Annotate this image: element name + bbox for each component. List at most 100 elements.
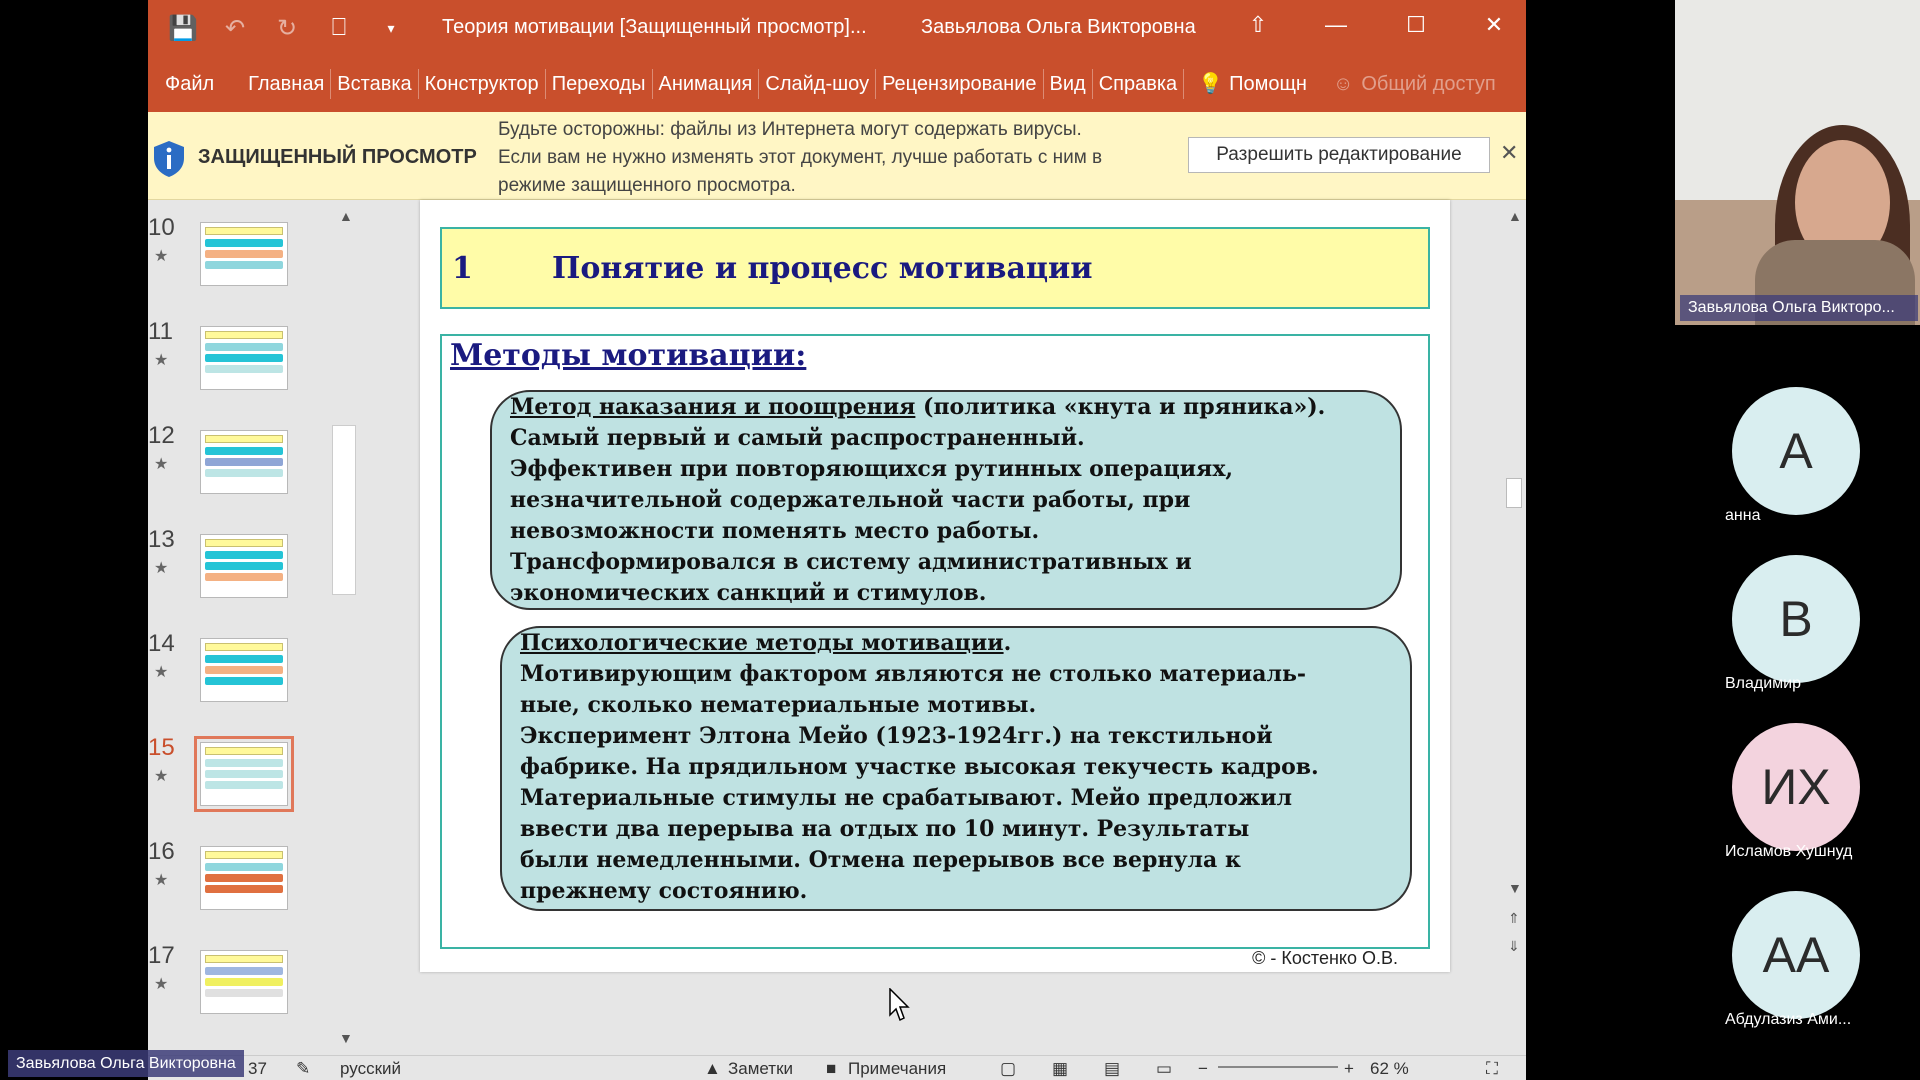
slide-thumbnail[interactable] [200,430,288,494]
bubble-lead: Психологические методы мотивации [520,630,1004,656]
enable-editing-button[interactable]: Разрешить редактирование [1188,137,1490,173]
slide-thumbnail[interactable] [200,638,288,702]
zoom-slider[interactable] [1218,1066,1338,1068]
zoom-level[interactable]: 62 % [1370,1059,1409,1079]
scroll-thumb[interactable] [1506,478,1522,508]
tab-slideshow[interactable]: Слайд-шоу [759,69,877,99]
redo-icon[interactable]: ↻ [272,14,302,43]
scroll-up-icon[interactable]: ▲ [339,208,353,224]
fit-slide-icon[interactable]: ⛶ [1486,1059,1498,1079]
thumbnail-content-block [205,562,283,570]
scroll-down-icon[interactable]: ▼ [339,1030,353,1046]
bubble-lead-line: Метод наказания и поощрения (политика «к… [510,392,1382,423]
tab-file[interactable]: Файл [148,69,242,99]
thumbnail-content-block [205,354,283,362]
next-slide-icon[interactable]: ⇓ [1508,938,1520,955]
comments-button[interactable]: Примечания [848,1059,946,1079]
minimize-icon[interactable]: — [1316,12,1356,38]
previous-slide-icon[interactable]: ⇑ [1508,910,1520,927]
scroll-up-icon[interactable]: ▲ [1508,208,1522,224]
maximize-icon[interactable]: ☐ [1396,12,1436,38]
slide-thumbnail[interactable] [200,326,288,390]
message-line: режиме защищенного просмотра. [498,175,796,196]
participant-tile[interactable]: А анна [1725,387,1920,547]
slide-sorter-icon[interactable]: ▦ [1052,1059,1068,1079]
slide-thumbnail[interactable] [200,950,288,1014]
tab-design[interactable]: Конструктор [419,69,546,99]
thumbnail-content-block [205,770,283,778]
thumbnails-scrollbar[interactable]: ▲ ▼ [328,200,358,1055]
tab-transitions[interactable]: Переходы [546,69,653,99]
animation-star-icon: ★ [154,872,169,889]
slide-scrollbar[interactable]: ▲ ▼ ⇑ ⇓ [1502,200,1526,1055]
methods-heading: Методы мотивации: [450,338,807,373]
share-button[interactable]: ☺ Общий доступ [1313,69,1502,99]
title-bar: 💾 ↶ ↻ ⎕ ▾ Теория мотивации [Защищенный п… [148,0,1526,56]
slide-thumbnail[interactable] [194,736,294,812]
reading-view-icon[interactable]: ▤ [1104,1059,1120,1079]
thumbnail-content-block [205,781,283,789]
participant-tile[interactable]: АА Абдулазиз Ами... [1725,891,1920,1051]
ribbon-display-icon[interactable]: ⇧ [1238,12,1278,38]
tab-view[interactable]: Вид [1044,69,1093,99]
save-icon[interactable]: 💾 [168,14,198,43]
bubble-line: Эффективен при повторяющихся рутинных оп… [510,456,1234,482]
tab-home[interactable]: Главная [242,69,332,99]
screen-share-name-label: Завьялова Ольга Викторовна [8,1050,244,1077]
tab-help[interactable]: Справка [1093,69,1185,99]
spellcheck-icon[interactable]: ✎ [296,1059,310,1079]
message-line: Если вам не нужно изменять этот документ… [498,147,1103,168]
language-label[interactable]: русский [340,1059,401,1079]
slide-thumbnail[interactable] [200,534,288,598]
thumbnail-content-block [205,343,283,351]
avatar: АА [1732,891,1860,1019]
animation-star-icon: ★ [154,768,169,785]
slide-section-number: 1 [452,251,473,286]
tab-review[interactable]: Рецензирование [876,69,1044,99]
bubble-line: были немедленными. Отмена перерывов все … [520,847,1241,873]
thumbnail-title-block [205,747,283,755]
thumbnail-content-block [205,447,283,455]
thumbnail-content-block [205,551,283,559]
thumbnail-content-block [205,458,283,466]
presentation-icon[interactable]: ⎕ [324,14,354,42]
customize-chevron-icon[interactable]: ▾ [376,20,406,37]
tell-me-search[interactable]: 💡 Помощн [1184,69,1313,99]
protected-view-bar: ЗАЩИЩЕННЫЙ ПРОСМОТР Будьте осторожны: фа… [148,112,1526,200]
thumbnail-content-block [205,874,283,882]
notes-icon[interactable]: ▲ [704,1059,721,1079]
person-icon: ☺ [1332,73,1354,95]
slideshow-view-icon[interactable]: ▭ [1156,1059,1172,1079]
slide-thumbnail[interactable] [200,846,288,910]
ribbon-tabs: Файл Главная Вставка Конструктор Переход… [148,56,1526,112]
slide-canvas[interactable]: 1 Понятие и процесс мотивации Методы мот… [420,200,1450,972]
slide-number: 10 [148,214,175,241]
animation-star-icon: ★ [154,664,169,681]
normal-view-icon[interactable]: ▢ [1000,1059,1016,1079]
thumbnail-title-block [205,643,283,651]
undo-icon[interactable]: ↶ [220,14,250,43]
participant-tile[interactable]: ИХ Исламов Хушнуд [1725,723,1920,883]
bubble-line: Трансформировался в систему администрати… [510,549,1192,575]
scroll-down-icon[interactable]: ▼ [1508,880,1522,896]
tab-animations[interactable]: Анимация [653,69,760,99]
protected-view-message: Будьте осторожны: файлы из Интернета мог… [498,116,1138,200]
account-name[interactable]: Завьялова Ольга Викторовна [921,16,1196,39]
slide-editing-area: 1 Понятие и процесс мотивации Методы мот… [360,200,1526,1055]
close-icon[interactable]: ✕ [1474,12,1514,38]
close-bar-icon[interactable]: ✕ [1500,140,1518,166]
animation-star-icon: ★ [154,976,169,993]
participant-name: Владимир [1725,675,1802,692]
notes-button[interactable]: Заметки [728,1059,793,1079]
bubble-line: ввести два перерыва на отдых по 10 минут… [520,816,1250,842]
presenter-video [1675,0,1920,325]
participant-tile[interactable]: В Владимир [1725,555,1920,715]
psychological-methods-bubble: Психологические методы мотивации. Мотиви… [500,626,1412,911]
comments-icon[interactable]: ■ [826,1059,836,1079]
scroll-thumb[interactable] [332,425,356,595]
slide-thumbnail[interactable] [200,222,288,286]
zoom-in-icon[interactable]: + [1344,1059,1354,1079]
slide-number: 12 [148,422,175,449]
zoom-out-icon[interactable]: − [1198,1059,1208,1079]
tab-insert[interactable]: Вставка [331,69,419,99]
